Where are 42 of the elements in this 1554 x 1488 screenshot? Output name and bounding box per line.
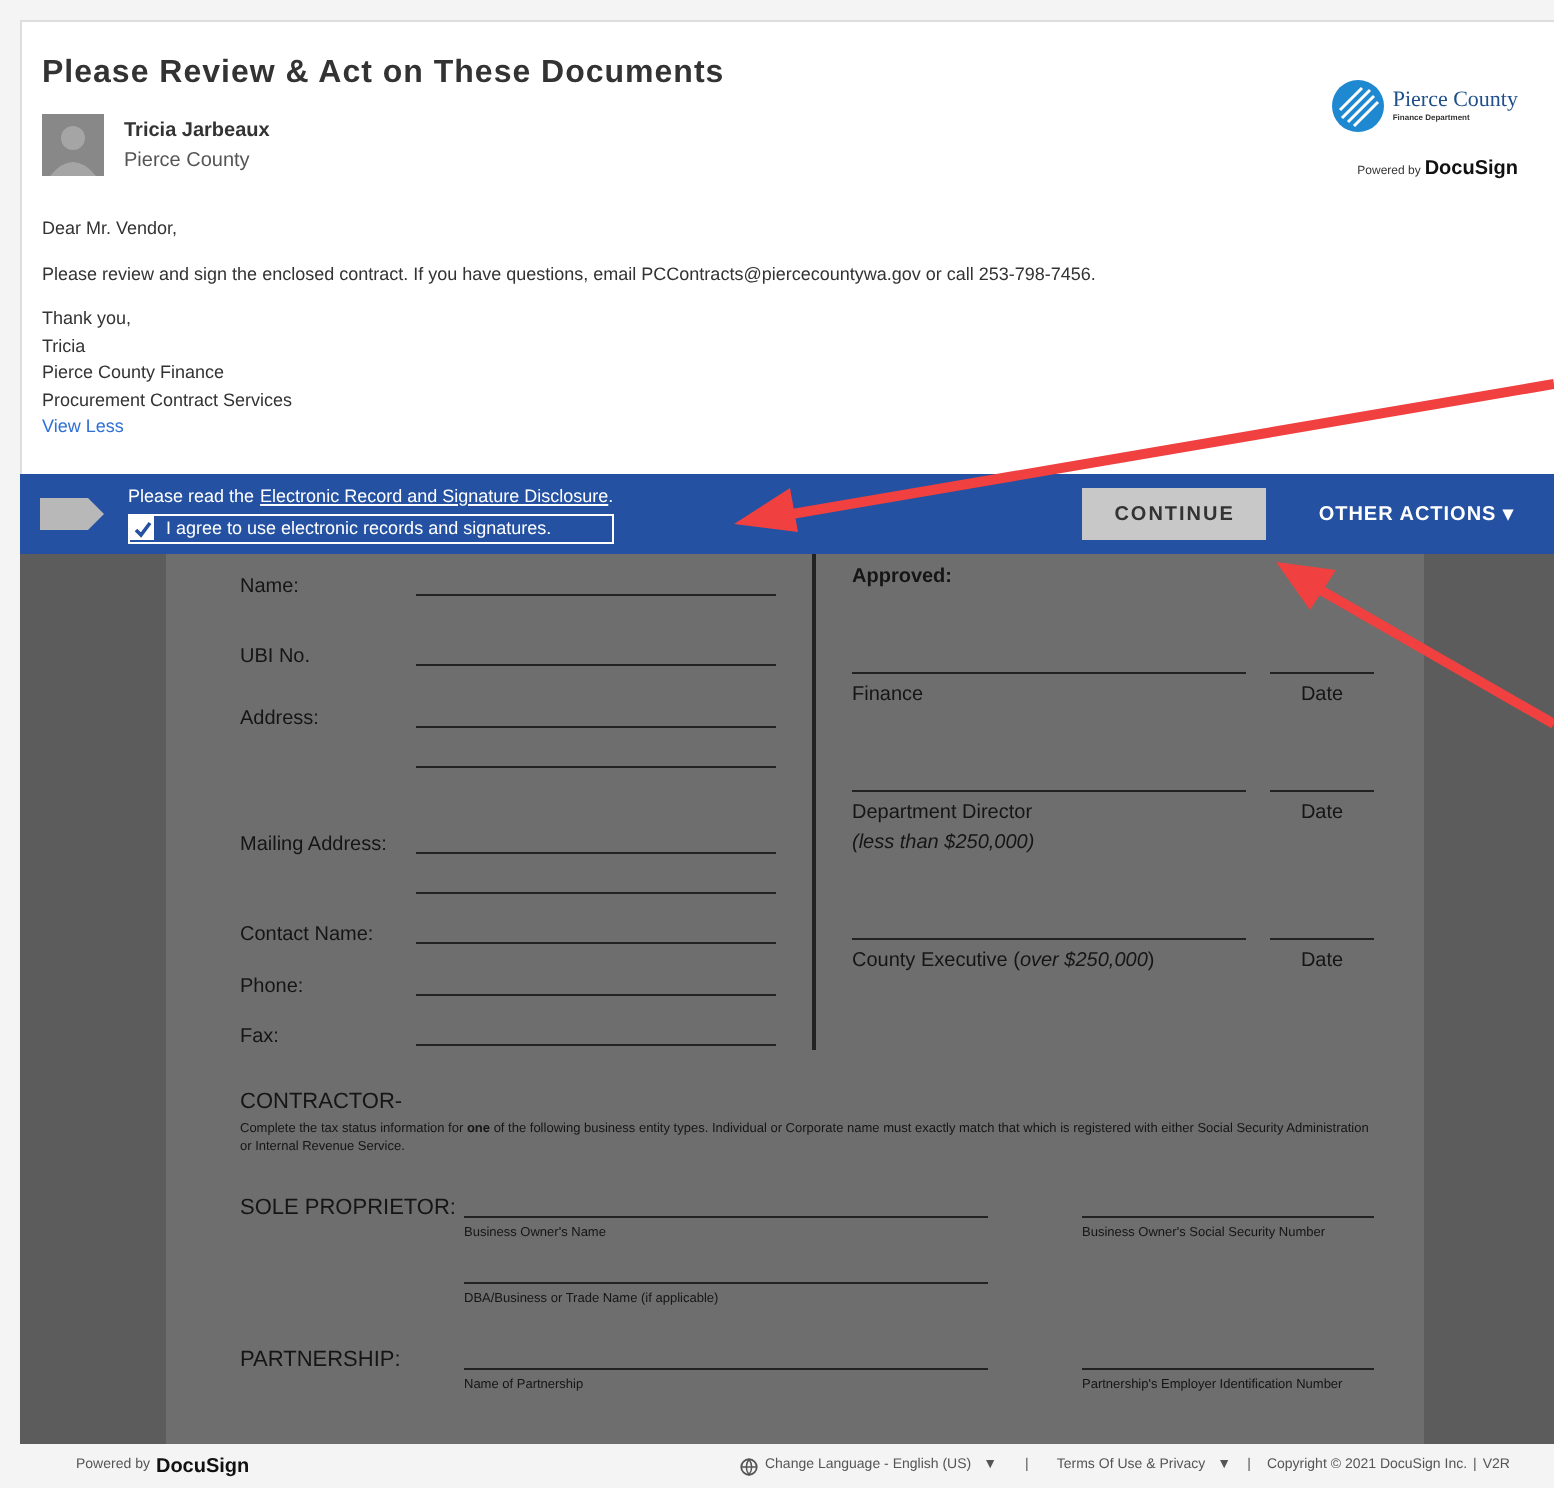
- disclosure-link[interactable]: Electronic Record and Signature Disclosure: [260, 484, 609, 511]
- field-label: UBI No.: [240, 643, 313, 670]
- logo-icon: [1330, 78, 1387, 134]
- message-text: Dear Mr. Vendor,: [42, 216, 180, 242]
- avatar-icon: [42, 114, 104, 176]
- field-label: Address:: [240, 706, 321, 733]
- date-label: Date: [1300, 682, 1344, 710]
- signature-label: Department Director: [852, 800, 1035, 828]
- continue-button[interactable]: CONTINUE: [1082, 488, 1267, 540]
- other-actions-button[interactable]: OTHER ACTIONS ▾: [1318, 499, 1514, 529]
- page-title: Please Review & Act on These Documents: [42, 54, 727, 94]
- sender-org: Pierce County: [124, 147, 252, 175]
- signature-label: Finance: [852, 682, 926, 710]
- disclosure-prompt: Please read the: [128, 484, 255, 510]
- signature-line: Tricia: [42, 333, 88, 359]
- contractor-heading: CONTRACTOR-: [240, 1088, 405, 1118]
- signature-line: Pierce County Finance: [42, 360, 227, 386]
- view-less-link[interactable]: View Less: [42, 414, 1202, 441]
- field-label: Mailing Address:: [240, 831, 389, 858]
- checkmark-icon: [133, 519, 151, 538]
- tag-icon: [40, 498, 104, 530]
- brand-name: DocuSign: [1424, 156, 1518, 184]
- approved-label: Approved:: [852, 564, 954, 592]
- field-label: Fax:: [240, 1024, 281, 1050]
- sender-name: Tricia Jarbeaux: [124, 117, 270, 145]
- date-label: Date: [1300, 948, 1344, 976]
- agree-checkbox[interactable]: I agree to use electronic records and signatures.: [128, 513, 614, 544]
- message-text: Please review and sign the enclosed contract. If you have questions, email PCContracts@piercecountywa.gov or call 253-798-7456.: [42, 261, 1098, 288]
- entity-label: SOLE PROPRIETOR:: [240, 1193, 458, 1223]
- globe-icon: [740, 1457, 759, 1475]
- period-text: .: [608, 484, 614, 510]
- field-label: Contact Name:: [240, 922, 376, 949]
- brand-name: DocuSign: [155, 1453, 250, 1481]
- logo-name: Pierce County: [1392, 89, 1518, 111]
- signature-line: Procurement Contract Services: [42, 387, 295, 413]
- entity-label: PARTNERSHIP:: [240, 1345, 403, 1375]
- date-label: Date: [1300, 800, 1344, 828]
- field-label: Name:: [240, 573, 301, 600]
- signature-line: Thank you,: [42, 306, 134, 332]
- signature-note: (less than $250,000): [852, 830, 1037, 858]
- field-label: Phone:: [240, 973, 306, 1000]
- signature-label: County Executive (over $250,000): [852, 948, 1157, 976]
